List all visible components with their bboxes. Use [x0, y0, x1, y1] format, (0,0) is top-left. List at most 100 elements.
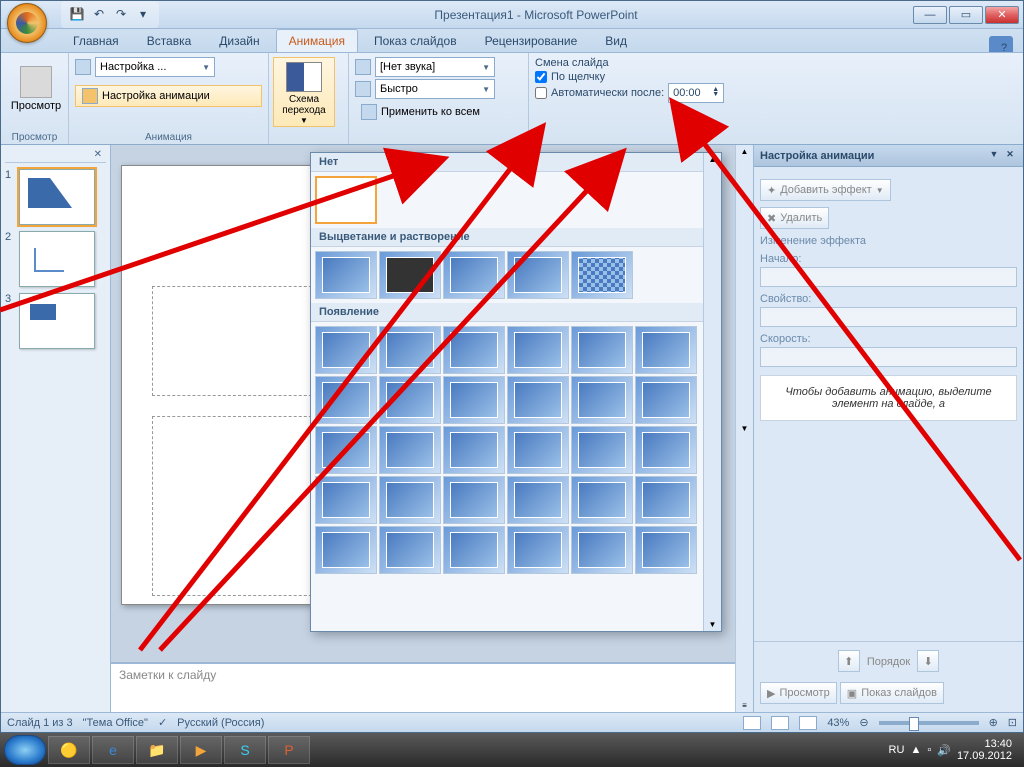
- taskpane-menu-icon[interactable]: ▼: [987, 149, 1001, 163]
- tray-clock[interactable]: 13:40 17.09.2012: [957, 738, 1012, 762]
- auto-after-input[interactable]: [535, 87, 547, 99]
- notes-pane[interactable]: Заметки к слайду: [111, 662, 735, 712]
- scroll-down-icon[interactable]: ▼: [741, 424, 749, 433]
- transition-item[interactable]: [507, 326, 569, 374]
- transition-item[interactable]: [571, 376, 633, 424]
- tray-network-icon[interactable]: ▫: [927, 744, 931, 756]
- normal-view-button[interactable]: [743, 716, 761, 730]
- maximize-button[interactable]: ▭: [949, 6, 983, 24]
- preview-button[interactable]: Просмотр: [7, 55, 65, 123]
- transition-item[interactable]: [315, 251, 377, 299]
- zoom-in-button[interactable]: ⊕: [989, 716, 998, 729]
- slide-thumb-3[interactable]: 3: [5, 293, 106, 349]
- on-click-input[interactable]: [535, 71, 547, 83]
- transition-item[interactable]: [635, 526, 697, 574]
- tab-design[interactable]: Дизайн: [207, 30, 271, 52]
- gallery-scrollbar[interactable]: ▲▼: [703, 153, 721, 631]
- start-select[interactable]: [760, 267, 1017, 287]
- tab-slideshow[interactable]: Показ слайдов: [362, 30, 469, 52]
- transition-speed-combo[interactable]: Быстро ▼: [375, 79, 495, 99]
- qat-more-icon[interactable]: ▾: [135, 7, 151, 23]
- taskbar-powerpoint[interactable]: P: [268, 736, 310, 764]
- transition-item[interactable]: [635, 426, 697, 474]
- on-click-checkbox[interactable]: По щелчку: [535, 71, 783, 83]
- transition-sound-combo[interactable]: [Нет звука] ▼: [375, 57, 495, 77]
- transition-item[interactable]: [379, 476, 441, 524]
- transition-item[interactable]: [635, 476, 697, 524]
- transition-item[interactable]: [571, 251, 633, 299]
- placeholder-1[interactable]: [152, 286, 322, 396]
- slide-thumb-1[interactable]: 1: [5, 169, 106, 225]
- transition-item[interactable]: [635, 376, 697, 424]
- transition-item[interactable]: [315, 326, 377, 374]
- transition-item[interactable]: [571, 426, 633, 474]
- custom-animation-button[interactable]: Настройка анимации: [75, 85, 262, 107]
- taskpane-slideshow-button[interactable]: ▣ Показ слайдов: [840, 682, 944, 704]
- transition-item[interactable]: [379, 326, 441, 374]
- tray-lang[interactable]: RU: [889, 744, 905, 756]
- placeholder-2[interactable]: [152, 416, 322, 596]
- transition-item[interactable]: [443, 326, 505, 374]
- transition-item[interactable]: [315, 526, 377, 574]
- redo-icon[interactable]: ↷: [113, 7, 129, 23]
- fit-button[interactable]: ⊡: [1008, 716, 1017, 729]
- transition-item[interactable]: [443, 476, 505, 524]
- transition-item[interactable]: [315, 476, 377, 524]
- transition-item[interactable]: [379, 426, 441, 474]
- tab-home[interactable]: Главная: [61, 30, 131, 52]
- transition-item[interactable]: [571, 476, 633, 524]
- transition-item[interactable]: [507, 426, 569, 474]
- add-effect-button[interactable]: ✦ Добавить эффект ▼: [760, 179, 891, 201]
- zoom-out-button[interactable]: ⊖: [859, 716, 868, 729]
- slideshow-view-button[interactable]: [799, 716, 817, 730]
- thumbnails-close-icon[interactable]: ✕: [5, 149, 106, 163]
- transition-item[interactable]: [443, 376, 505, 424]
- transition-none[interactable]: [315, 176, 377, 224]
- remove-effect-button[interactable]: ✖ Удалить: [760, 207, 829, 229]
- transition-item[interactable]: [379, 376, 441, 424]
- transition-item[interactable]: [443, 526, 505, 574]
- transition-item[interactable]: [507, 251, 569, 299]
- taskbar-ie[interactable]: e: [92, 736, 134, 764]
- transition-item[interactable]: [507, 376, 569, 424]
- auto-after-checkbox[interactable]: Автоматически после: 00:00 ▲▼: [535, 83, 783, 103]
- transition-item[interactable]: [379, 526, 441, 574]
- order-down-button[interactable]: ⬇: [917, 650, 939, 672]
- minimize-button[interactable]: —: [913, 6, 947, 24]
- tray-volume-icon[interactable]: 🔊: [937, 744, 951, 757]
- speed-select[interactable]: [760, 347, 1017, 367]
- transition-item[interactable]: [315, 376, 377, 424]
- slide-page[interactable]: [121, 165, 321, 605]
- help-icon[interactable]: ?: [989, 36, 1013, 52]
- transition-item[interactable]: [443, 426, 505, 474]
- zoom-slider[interactable]: [879, 721, 979, 725]
- close-button[interactable]: ✕: [985, 6, 1019, 24]
- transition-item[interactable]: [635, 326, 697, 374]
- taskbar-wmp[interactable]: ▶: [180, 736, 222, 764]
- transition-scheme-button[interactable]: Схема перехода ▼: [273, 57, 335, 127]
- taskbar-skype[interactable]: S: [224, 736, 266, 764]
- office-button[interactable]: [7, 3, 47, 43]
- slide-thumb-2[interactable]: 2: [5, 231, 106, 287]
- tab-animation[interactable]: Анимация: [276, 29, 358, 52]
- transition-item[interactable]: [507, 526, 569, 574]
- transition-item[interactable]: [507, 476, 569, 524]
- undo-icon[interactable]: ↶: [91, 7, 107, 23]
- tray-flag-icon[interactable]: ▲: [910, 744, 921, 756]
- auto-after-time[interactable]: 00:00 ▲▼: [668, 83, 724, 103]
- vertical-scrollbar[interactable]: ▲ ▼ ≡: [735, 145, 753, 712]
- tab-view[interactable]: Вид: [593, 30, 639, 52]
- taskpane-close-icon[interactable]: ✕: [1003, 149, 1017, 163]
- transition-item[interactable]: [571, 326, 633, 374]
- animate-combo[interactable]: Настройка ... ▼: [95, 57, 215, 77]
- order-up-button[interactable]: ⬆: [838, 650, 860, 672]
- taskpane-preview-button[interactable]: ▶ Просмотр: [760, 682, 837, 704]
- start-button[interactable]: [4, 735, 46, 765]
- property-select[interactable]: [760, 307, 1017, 327]
- transition-item[interactable]: [571, 526, 633, 574]
- transition-item[interactable]: [379, 251, 441, 299]
- transition-item[interactable]: [443, 251, 505, 299]
- scroll-up-icon[interactable]: ▲: [741, 147, 749, 156]
- apply-to-all-button[interactable]: Применить ко всем: [355, 101, 522, 123]
- tab-insert[interactable]: Вставка: [135, 30, 204, 52]
